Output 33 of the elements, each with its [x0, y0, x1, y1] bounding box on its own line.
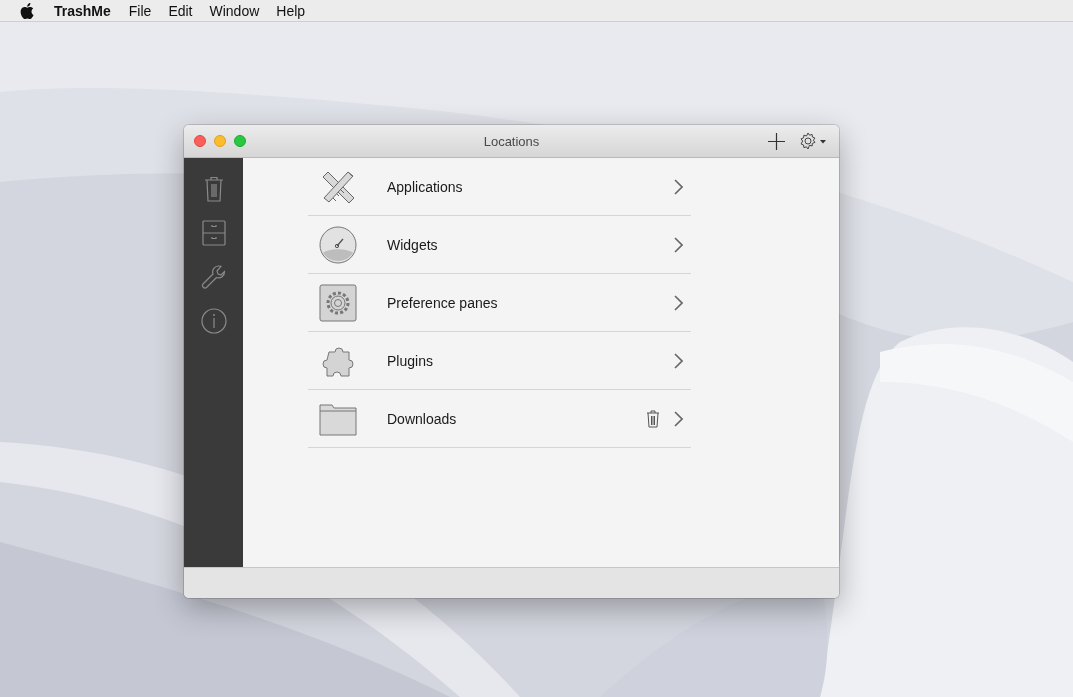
location-row[interactable]: Plugins [308, 332, 691, 390]
menu-item[interactable]: Window [209, 2, 260, 19]
settings-icon[interactable] [799, 131, 827, 151]
apple-icon[interactable] [20, 2, 34, 19]
gear-icon [319, 283, 357, 322]
folder-icon [319, 401, 357, 436]
info-icon[interactable] [200, 308, 227, 334]
location-row[interactable]: Preference panes [308, 274, 691, 332]
location-label: Downloads [387, 410, 458, 427]
menu-item[interactable]: Help [276, 2, 306, 19]
chevron-right-icon[interactable] [674, 352, 683, 369]
chevron-right-icon[interactable] [674, 178, 683, 195]
location-label: Plugins [387, 352, 434, 369]
menu-item[interactable]: File [128, 2, 152, 19]
location-row[interactable]: Applications [308, 158, 691, 216]
app-menu[interactable]: TrashMe [54, 2, 111, 19]
menu-item[interactable]: Edit [168, 2, 193, 19]
chevron-right-icon[interactable] [674, 294, 683, 311]
chevron-right-icon[interactable] [674, 236, 683, 253]
add-icon[interactable] [768, 132, 785, 150]
wrench-icon[interactable] [200, 264, 227, 290]
gauge-icon [319, 225, 357, 264]
location-label: Preference panes [387, 294, 499, 311]
location-label: Widgets [387, 236, 439, 253]
drawer-icon[interactable] [201, 220, 226, 246]
close-button[interactable] [194, 135, 206, 147]
window-title: Locations [483, 133, 540, 149]
chevron-right-icon[interactable] [674, 410, 683, 427]
trash-icon[interactable] [646, 409, 660, 428]
location-label: Applications [387, 178, 464, 195]
location-row[interactable]: Widgets [308, 216, 691, 274]
location-row[interactable]: Downloads [308, 390, 691, 448]
trash-icon[interactable] [203, 176, 224, 202]
